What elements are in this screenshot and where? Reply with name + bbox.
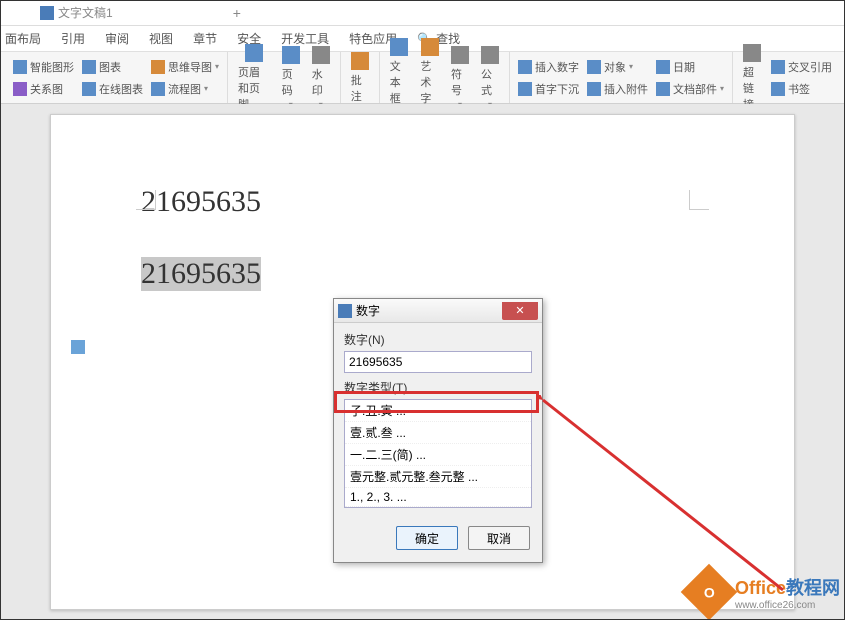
doc-name: 文字文稿1 — [58, 4, 113, 21]
date-icon — [656, 60, 670, 74]
mindmap-icon — [151, 60, 165, 74]
list-item[interactable]: 子.丑.寅 ... — [345, 400, 531, 422]
number-input-label: 数字(N) — [344, 331, 532, 348]
list-item[interactable]: 一.二.三(简) ... — [345, 444, 531, 466]
smartart-button[interactable]: 智能图形 — [11, 57, 76, 77]
pagenum-icon — [282, 46, 300, 64]
wordart-icon — [421, 38, 439, 56]
ribbon-tab-view[interactable]: 视图 — [149, 30, 173, 47]
document-text-selected[interactable]: 21695635 — [141, 257, 261, 291]
ribbon-tab-layout[interactable]: 面布局 — [5, 30, 41, 47]
number-dialog: 数字 ✕ 数字(N) 数字类型(T) 子.丑.寅 ... 壹.贰.叁 ... 一… — [333, 298, 543, 563]
ribbon-tab-reference[interactable]: 引用 — [61, 30, 85, 47]
margin-corner-icon — [136, 190, 156, 210]
textbox-icon — [390, 38, 408, 56]
header-footer-button[interactable]: 页眉和页脚 — [234, 42, 274, 114]
onlinechart-button[interactable]: 在线图表 — [80, 79, 145, 99]
watermark-logo: O Office教程网 www.office26.com — [689, 572, 840, 612]
dialog-close-button[interactable]: ✕ — [502, 302, 538, 320]
insert-number-icon — [518, 60, 532, 74]
office-logo-icon: O — [681, 564, 738, 620]
dialog-title-text: 数字 — [356, 302, 380, 319]
number-input[interactable] — [344, 351, 532, 373]
attach-icon — [587, 82, 601, 96]
list-item[interactable]: 1., 2., 3. ... — [345, 488, 531, 507]
relation-button[interactable]: 关系图 — [11, 79, 76, 99]
date-button[interactable]: 日期 — [654, 57, 726, 77]
pagenum-button[interactable]: 页码▾ — [278, 44, 304, 111]
comment-button[interactable]: 批注 — [347, 50, 373, 106]
dialog-titlebar[interactable]: 数字 ✕ — [334, 299, 542, 323]
crossref-button[interactable]: 交叉引用 — [769, 57, 834, 77]
docparts-icon — [656, 82, 670, 96]
toolbar: 智能图形 关系图 图表 在线图表 思维导图▾ 流程图▾ 页眉和页脚 页码▾ 水印… — [0, 52, 845, 104]
comment-icon — [351, 52, 369, 70]
hyperlink-icon — [743, 44, 761, 62]
chart-button[interactable]: 图表 — [80, 57, 145, 77]
symbol-icon — [451, 46, 469, 64]
onlinechart-icon — [82, 82, 96, 96]
equation-icon — [481, 46, 499, 64]
hyperlink-button[interactable]: 超链接 — [739, 42, 765, 114]
list-item[interactable]: 壹元整.贰元整.叁元整 ... — [345, 466, 531, 488]
watermark-icon — [312, 46, 330, 64]
ribbon-tab-review[interactable]: 审阅 — [105, 30, 129, 47]
bookmark-button[interactable]: 书签 — [769, 79, 834, 99]
document-tab[interactable]: 文字文稿1 — [40, 4, 113, 21]
watermark-url: www.office26.com — [735, 600, 840, 611]
smartart-icon — [13, 60, 27, 74]
attach-button[interactable]: 插入附件 — [585, 79, 650, 99]
ok-button[interactable]: 确定 — [396, 526, 458, 550]
bookmark-icon — [771, 82, 785, 96]
number-type-label: 数字类型(T) — [344, 379, 532, 396]
object-icon — [587, 60, 601, 74]
cancel-button[interactable]: 取消 — [468, 526, 530, 550]
number-type-list[interactable]: 子.丑.寅 ... 壹.贰.叁 ... 一.二.三(简) ... 壹元整.贰元整… — [344, 399, 532, 508]
flowchart-icon — [151, 82, 165, 96]
list-item-highlighted[interactable]: 壹.贰.叁 ... — [345, 422, 531, 444]
margin-corner-icon — [689, 190, 709, 210]
dropcap-button[interactable]: 首字下沉 — [516, 79, 581, 99]
dropcap-icon — [518, 82, 532, 96]
flowchart-button[interactable]: 流程图▾ — [149, 79, 221, 99]
new-tab-button[interactable]: + — [233, 5, 241, 21]
symbol-button[interactable]: 符号▾ — [447, 44, 473, 111]
paragraph-marker-icon — [71, 340, 85, 354]
mindmap-button[interactable]: 思维导图▾ — [149, 57, 221, 77]
doc-icon — [40, 6, 54, 20]
watermark-button[interactable]: 水印▾ — [308, 44, 334, 111]
object-button[interactable]: 对象▾ — [585, 57, 650, 77]
equation-button[interactable]: 公式▾ — [477, 44, 503, 111]
chart-icon — [82, 60, 96, 74]
ribbon-tab-chapter[interactable]: 章节 — [193, 30, 217, 47]
header-footer-icon — [245, 44, 263, 62]
relation-icon — [13, 82, 27, 96]
document-text-line1[interactable]: 21695635 — [141, 185, 261, 218]
dialog-icon — [338, 304, 352, 318]
insert-number-button[interactable]: 插入数字 — [516, 57, 581, 77]
docparts-button[interactable]: 文档部件▾ — [654, 79, 726, 99]
crossref-icon — [771, 60, 785, 74]
